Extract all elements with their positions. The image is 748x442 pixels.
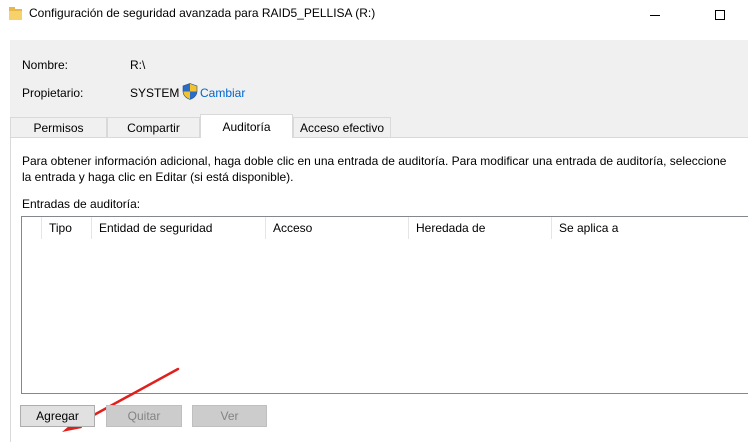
tab-auditing[interactable]: Auditoría	[200, 114, 293, 138]
folder-icon	[9, 7, 22, 20]
column-header-access[interactable]: Acceso	[266, 217, 409, 239]
owner-value: SYSTEM	[130, 86, 180, 100]
tab-effective-access[interactable]: Acceso efectivo	[293, 117, 391, 137]
dialog-body: Nombre: R:\ Propietario: SYSTEM Cambiar …	[10, 40, 748, 442]
uac-shield-icon	[182, 83, 198, 100]
auditing-description: Para obtener información adicional, haga…	[22, 154, 727, 184]
minimize-icon	[650, 14, 660, 16]
list-header: Tipo Entidad de seguridad Acceso Heredad…	[22, 217, 748, 239]
tab-permissions[interactable]: Permisos	[10, 117, 107, 137]
column-header-applies-to[interactable]: Se aplica a	[552, 217, 748, 239]
tab-share[interactable]: Compartir	[107, 117, 200, 137]
column-header-inherited-from[interactable]: Heredada de	[409, 217, 552, 239]
name-label: Nombre:	[22, 58, 69, 72]
minimize-button[interactable]	[632, 0, 678, 30]
add-button[interactable]: Agregar	[20, 405, 95, 427]
title-bar: Configuración de seguridad avanzada para…	[0, 0, 748, 30]
window-title: Configuración de seguridad avanzada para…	[29, 6, 376, 20]
view-button[interactable]: Ver	[192, 405, 267, 427]
owner-label: Propietario:	[22, 86, 84, 100]
maximize-button[interactable]	[697, 0, 743, 30]
change-owner-link[interactable]: Cambiar	[200, 86, 245, 100]
column-header-type[interactable]: Tipo	[42, 217, 92, 239]
maximize-icon	[715, 10, 725, 20]
column-header-blank[interactable]	[22, 217, 42, 239]
column-header-principal[interactable]: Entidad de seguridad	[92, 217, 266, 239]
remove-button[interactable]: Quitar	[106, 405, 182, 427]
name-value: R:\	[130, 58, 146, 72]
audit-entries-label: Entradas de auditoría:	[22, 197, 141, 211]
